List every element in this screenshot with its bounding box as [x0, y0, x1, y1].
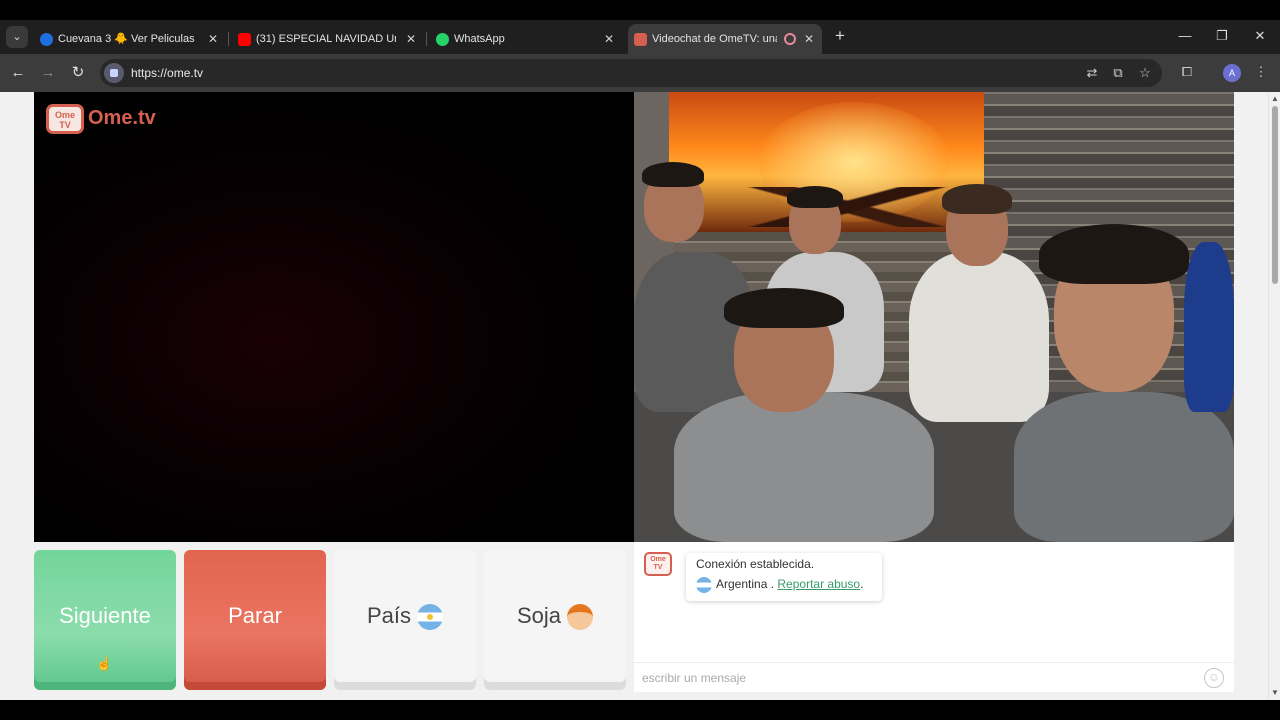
video-person	[909, 252, 1049, 422]
video-person	[1014, 392, 1234, 542]
controls: Siguiente Parar País Soja	[34, 550, 626, 692]
translate-icon[interactable]: ⇄	[1084, 65, 1100, 81]
url-text[interactable]: https://ome.tv	[131, 59, 203, 87]
country-button[interactable]: País	[334, 550, 476, 690]
minimize-icon[interactable]: —	[1173, 25, 1197, 47]
reload-icon[interactable]: ↻	[67, 62, 89, 84]
forward-icon[interactable]: →	[37, 62, 59, 84]
video-person	[634, 252, 754, 412]
scroll-up-arrow-icon[interactable]: ▲	[1271, 94, 1279, 104]
chat-input-bar: ☺	[634, 662, 1234, 692]
remote-video	[634, 92, 1234, 542]
partner-country: Argentina	[716, 577, 768, 592]
country-label: País	[366, 603, 412, 628]
tab-strip: ⌄ Cuevana 3 🐥 Ver Peliculas o Se ✕ (31) …	[0, 20, 1280, 54]
logo-text: Ome.tv	[88, 107, 156, 129]
tab-title: Videochat de OmeTV: una a	[652, 33, 777, 45]
emoji-smiley-icon[interactable]: ☺	[1204, 668, 1224, 688]
tab-title: WhatsApp	[454, 33, 505, 45]
mouse-pointer-icon: ☝	[96, 656, 113, 671]
stop-button[interactable]: Parar	[184, 550, 326, 690]
scroll-down-arrow-icon[interactable]: ▼	[1271, 688, 1279, 698]
extensions-icon[interactable]: ⧠	[1177, 62, 1197, 82]
period-text: .	[860, 577, 864, 592]
report-abuse-link[interactable]: Reportar abuso	[777, 577, 860, 591]
system-message: Conexión establecida. Argentina . Report…	[686, 553, 882, 601]
install-app-icon[interactable]: ⧉	[1110, 65, 1126, 81]
argentina-flag-icon	[417, 604, 444, 631]
close-icon[interactable]: ✕	[604, 24, 614, 54]
ometv-chat-logo-icon: Ome TV	[644, 552, 672, 576]
tab-title: (31) ESPECIAL NAVIDAD Un Poc	[256, 33, 396, 45]
video-person-hair	[942, 184, 1012, 214]
back-icon[interactable]: ←	[7, 62, 29, 84]
restore-icon[interactable]: ❐	[1210, 25, 1234, 47]
bookmark-star-icon[interactable]: ☆	[1137, 65, 1153, 81]
close-icon[interactable]: ✕	[804, 24, 814, 54]
video-person-hair	[1039, 224, 1189, 284]
address-bar[interactable]: https://ome.tv ⇄ ⧉ ☆	[100, 59, 1162, 87]
separator-text: .	[767, 577, 778, 592]
status-message: Conexión establecida.	[696, 557, 815, 571]
toolbar: ← → ↻ https://ome.tv ⇄ ⧉ ☆ ⧠ A ⋮	[0, 54, 1280, 92]
video-person	[674, 392, 934, 542]
recording-icon	[784, 33, 796, 45]
page-content: Ome TV Ome.tv Siguiente Parar País Soja …	[0, 92, 1268, 700]
chat-panel: Ome TV Conexión establecida. Argentina .…	[634, 542, 1234, 692]
tab-whatsapp[interactable]: WhatsApp ✕	[430, 24, 622, 54]
boy-face-icon	[567, 604, 594, 631]
logo-tv-icon: Ome TV	[46, 104, 84, 134]
local-video: Ome TV Ome.tv	[34, 92, 634, 542]
argentina-flag-icon	[696, 577, 712, 593]
video-person-hair	[724, 288, 844, 328]
new-tab-button[interactable]: +	[830, 26, 850, 46]
tab-youtube[interactable]: (31) ESPECIAL NAVIDAD Un Poc ✕	[232, 24, 424, 54]
page-scrollbar[interactable]: ▲ ▼	[1268, 92, 1280, 700]
partner-info: Argentina . Reportar abuso.	[696, 577, 872, 593]
youtube-favicon-icon	[238, 33, 251, 46]
gender-button[interactable]: Soja	[484, 550, 626, 690]
browser-window: ⌄ Cuevana 3 🐥 Ver Peliculas o Se ✕ (31) …	[0, 20, 1280, 700]
site-info-icon[interactable]	[104, 63, 124, 83]
ometv-favicon-icon	[634, 33, 647, 46]
close-icon[interactable]: ✕	[406, 24, 416, 54]
profile-avatar[interactable]: A	[1223, 64, 1241, 82]
video-person	[1184, 242, 1234, 412]
tab-divider	[228, 32, 229, 46]
cuevana-favicon-icon	[40, 33, 53, 46]
scroll-thumb[interactable]	[1272, 106, 1278, 284]
tab-search-button[interactable]: ⌄	[6, 26, 28, 48]
gender-label: Soja	[516, 603, 562, 628]
tab-ometv[interactable]: Videochat de OmeTV: una a ✕	[628, 24, 822, 54]
close-icon[interactable]: ✕	[208, 24, 218, 54]
video-person-hair	[642, 162, 704, 187]
tab-title: Cuevana 3 🐥 Ver Peliculas o Se	[58, 33, 198, 45]
close-window-icon[interactable]: ✕	[1248, 25, 1272, 47]
video-person-hair	[787, 186, 843, 208]
message-input[interactable]	[642, 667, 1182, 689]
whatsapp-favicon-icon	[436, 33, 449, 46]
tab-cuevana[interactable]: Cuevana 3 🐥 Ver Peliculas o Se ✕	[34, 24, 226, 54]
tab-divider	[426, 32, 427, 46]
menu-kebab-icon[interactable]: ⋮	[1251, 62, 1271, 82]
